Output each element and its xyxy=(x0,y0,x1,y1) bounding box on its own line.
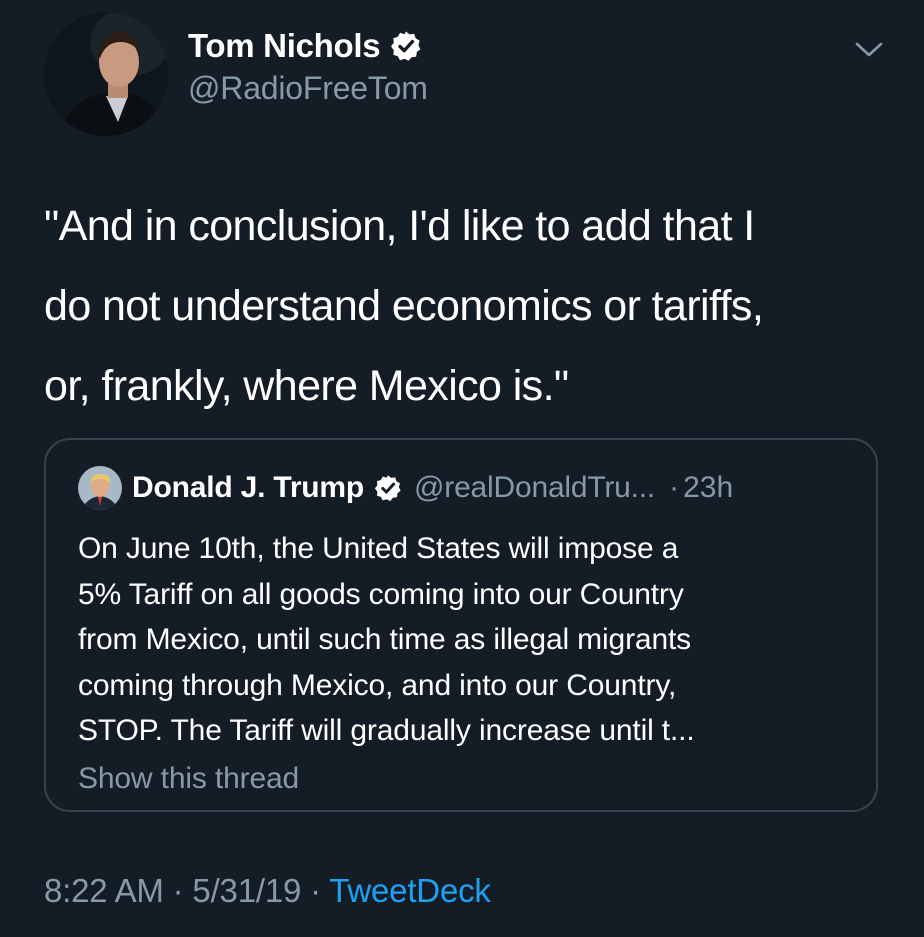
verified-badge-icon xyxy=(374,475,401,501)
tweet: Tom Nichols @RadioFreeTom "And in conclu… xyxy=(0,0,924,937)
quoted-text-line: coming through Mexico, and into our Coun… xyxy=(78,668,677,702)
quoted-author-avatar-image xyxy=(78,466,122,510)
quoted-author-handle: @realDonaldTru... xyxy=(414,471,656,504)
quoted-text-line: from Mexico, until such time as illegal … xyxy=(78,623,692,656)
tweet-date[interactable]: 5/31/19 xyxy=(192,872,301,909)
tweet-text-line: or, frankly, where Mexico is." xyxy=(44,362,569,410)
author-avatar[interactable] xyxy=(44,12,168,136)
separator-dot: · xyxy=(172,872,184,909)
tweet-text: "And in conclusion, I'd like to add that… xyxy=(44,186,884,426)
author-handle[interactable]: @RadioFreeTom xyxy=(188,70,428,107)
author-avatar-image xyxy=(44,12,168,136)
quoted-tweet-card[interactable]: Donald J. Trump @realDonaldTru... · 23h … xyxy=(44,438,878,812)
quoted-tweet-text: On June 10th, the United States will imp… xyxy=(78,526,858,754)
author-name[interactable]: Tom Nichols xyxy=(188,27,381,65)
tweet-meta: 8:22 AM · 5/31/19 · TweetDeck xyxy=(44,872,491,910)
tweet-time: 8:22 AM xyxy=(44,872,164,909)
author-name-row: Tom Nichols xyxy=(188,26,422,66)
quoted-author-name: Donald J. Trump xyxy=(132,471,365,504)
tweet-text-line: do not understand economics or tariffs, xyxy=(44,282,764,330)
separator-dot: · xyxy=(310,872,321,909)
tweet-text-line: "And in conclusion, I'd like to add that… xyxy=(44,202,755,250)
quoted-text-line: 5% Tariff on all goods coming into our C… xyxy=(78,577,684,611)
quoted-tweet-header: Donald J. Trump @realDonaldTru... · 23h xyxy=(78,466,733,510)
verified-badge-icon xyxy=(391,31,421,61)
chevron-down-icon[interactable] xyxy=(854,38,884,62)
tweet-source-link[interactable]: TweetDeck xyxy=(329,872,491,909)
separator-dot: · xyxy=(669,471,680,504)
quoted-text-line: STOP. The Tariff will gradually increase… xyxy=(78,714,695,747)
quoted-author-avatar xyxy=(78,466,122,510)
show-thread-link[interactable]: Show this thread xyxy=(78,762,299,796)
quoted-text-line: On June 10th, the United States will imp… xyxy=(78,532,679,565)
quoted-tweet-time: 23h xyxy=(683,471,734,504)
